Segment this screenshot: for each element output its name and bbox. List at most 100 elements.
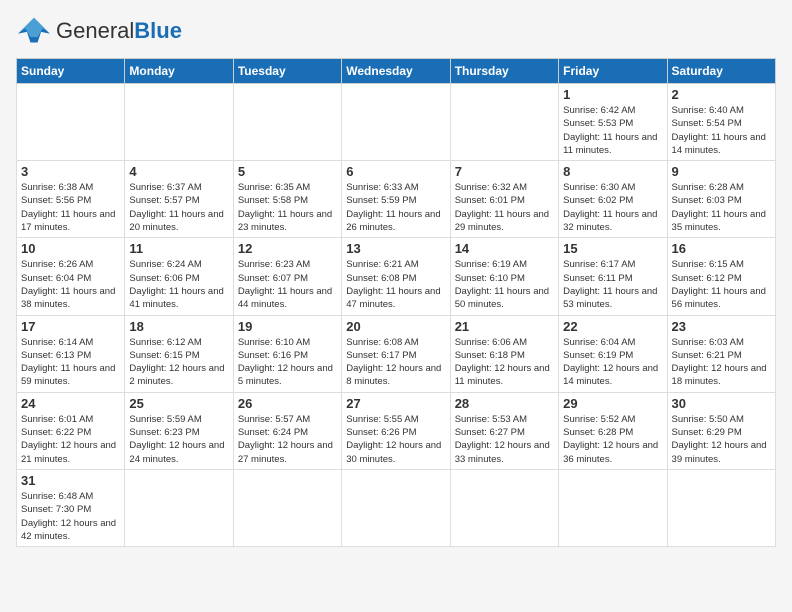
day-info: Sunrise: 6:14 AM Sunset: 6:13 PM Dayligh… [21, 336, 120, 389]
calendar-day-cell: 15 Sunrise: 6:17 AM Sunset: 6:11 PM Dayli… [559, 238, 667, 315]
calendar-day-cell: 12Sunrise: 6:23 AM Sunset: 6:07 PM Dayli… [233, 238, 341, 315]
day-info: Sunrise: 6:37 AM Sunset: 5:57 PM Dayligh… [129, 181, 228, 234]
calendar-week-row: 1Sunrise: 6:42 AM Sunset: 5:53 PM Daylig… [17, 84, 776, 161]
day-info: Sunrise: 6:42 AM Sunset: 5:53 PM Dayligh… [563, 104, 662, 157]
calendar-day-cell: 18 Sunrise: 6:12 AM Sunset: 6:15 PM Dayli… [125, 315, 233, 392]
day-info: Sunrise: 6:38 AM Sunset: 5:56 PM Dayligh… [21, 181, 120, 234]
day-info: Sunrise: 5:59 AM Sunset: 6:23 PM Dayligh… [129, 413, 228, 466]
calendar-day-cell: 19Sunrise: 6:10 AM Sunset: 6:16 PM Dayli… [233, 315, 341, 392]
day-number: 16 [672, 241, 771, 256]
calendar-day-cell: 21 Sunrise: 6:06 AM Sunset: 6:18 PM Dayli… [450, 315, 558, 392]
calendar-day-cell: 11Sunrise: 6:24 AM Sunset: 6:06 PM Dayli… [125, 238, 233, 315]
calendar-day-cell: 14Sunrise: 6:19 AM Sunset: 6:10 PM Dayli… [450, 238, 558, 315]
calendar-day-cell: 6 Sunrise: 6:33 AM Sunset: 5:59 PM Daylig… [342, 161, 450, 238]
calendar-week-row: 17Sunrise: 6:14 AM Sunset: 6:13 PM Dayli… [17, 315, 776, 392]
calendar-day-cell: 31 Sunrise: 6:48 AM Sunset: 7:30 PM Dayli… [17, 469, 125, 546]
calendar-day-cell: 2 Sunrise: 6:40 AM Sunset: 5:54 PM Daylig… [667, 84, 775, 161]
logo: GeneralBlue [16, 16, 182, 46]
calendar-week-row: 10 Sunrise: 6:26 AM Sunset: 6:04 PM Dayli… [17, 238, 776, 315]
calendar-day-cell [233, 469, 341, 546]
calendar-day-cell: 7Sunrise: 6:32 AM Sunset: 6:01 PM Daylig… [450, 161, 558, 238]
day-info: Sunrise: 6:30 AM Sunset: 6:02 PM Dayligh… [563, 181, 662, 234]
day-number: 31 [21, 473, 120, 488]
day-info: Sunrise: 6:10 AM Sunset: 6:16 PM Dayligh… [238, 336, 337, 389]
day-info: Sunrise: 6:15 AM Sunset: 6:12 PM Dayligh… [672, 258, 771, 311]
calendar-day-cell: 20Sunrise: 6:08 AM Sunset: 6:17 PM Dayli… [342, 315, 450, 392]
page-header: GeneralBlue [16, 16, 776, 46]
weekday-header-saturday: Saturday [667, 59, 775, 84]
day-info: Sunrise: 6:24 AM Sunset: 6:06 PM Dayligh… [129, 258, 228, 311]
day-info: Sunrise: 6:17 AM Sunset: 6:11 PM Dayligh… [563, 258, 662, 311]
day-number: 2 [672, 87, 771, 102]
day-info: Sunrise: 6:28 AM Sunset: 6:03 PM Dayligh… [672, 181, 771, 234]
day-number: 13 [346, 241, 445, 256]
day-info: Sunrise: 6:12 AM Sunset: 6:15 PM Dayligh… [129, 336, 228, 389]
day-info: Sunrise: 5:55 AM Sunset: 6:26 PM Dayligh… [346, 413, 445, 466]
day-info: Sunrise: 6:48 AM Sunset: 7:30 PM Dayligh… [21, 490, 120, 543]
calendar-day-cell: 22 Sunrise: 6:04 AM Sunset: 6:19 PM Dayli… [559, 315, 667, 392]
day-number: 25 [129, 396, 228, 411]
calendar-day-cell: 25 Sunrise: 5:59 AM Sunset: 6:23 PM Dayli… [125, 392, 233, 469]
calendar-day-cell [233, 84, 341, 161]
day-number: 15 [563, 241, 662, 256]
calendar-day-cell [450, 84, 558, 161]
day-number: 21 [455, 319, 554, 334]
day-number: 24 [21, 396, 120, 411]
calendar-day-cell: 16 Sunrise: 6:15 AM Sunset: 6:12 PM Dayli… [667, 238, 775, 315]
calendar-day-cell: 29Sunrise: 5:52 AM Sunset: 6:28 PM Dayli… [559, 392, 667, 469]
day-info: Sunrise: 6:35 AM Sunset: 5:58 PM Dayligh… [238, 181, 337, 234]
day-info: Sunrise: 5:53 AM Sunset: 6:27 PM Dayligh… [455, 413, 554, 466]
day-info: Sunrise: 6:19 AM Sunset: 6:10 PM Dayligh… [455, 258, 554, 311]
day-number: 8 [563, 164, 662, 179]
calendar-day-cell: 1Sunrise: 6:42 AM Sunset: 5:53 PM Daylig… [559, 84, 667, 161]
calendar-day-cell: 4 Sunrise: 6:37 AM Sunset: 5:57 PM Daylig… [125, 161, 233, 238]
day-info: Sunrise: 5:50 AM Sunset: 6:29 PM Dayligh… [672, 413, 771, 466]
day-info: Sunrise: 6:01 AM Sunset: 6:22 PM Dayligh… [21, 413, 120, 466]
calendar-day-cell: 24 Sunrise: 6:01 AM Sunset: 6:22 PM Dayli… [17, 392, 125, 469]
calendar-day-cell: 23 Sunrise: 6:03 AM Sunset: 6:21 PM Dayli… [667, 315, 775, 392]
calendar-week-row: 31 Sunrise: 6:48 AM Sunset: 7:30 PM Dayli… [17, 469, 776, 546]
day-number: 23 [672, 319, 771, 334]
day-number: 30 [672, 396, 771, 411]
day-number: 18 [129, 319, 228, 334]
calendar-day-cell: 27Sunrise: 5:55 AM Sunset: 6:26 PM Dayli… [342, 392, 450, 469]
weekday-header-sunday: Sunday [17, 59, 125, 84]
calendar-day-cell: 9 Sunrise: 6:28 AM Sunset: 6:03 PM Daylig… [667, 161, 775, 238]
calendar-day-cell [450, 469, 558, 546]
day-info: Sunrise: 6:40 AM Sunset: 5:54 PM Dayligh… [672, 104, 771, 157]
day-info: Sunrise: 5:52 AM Sunset: 6:28 PM Dayligh… [563, 413, 662, 466]
day-number: 6 [346, 164, 445, 179]
day-info: Sunrise: 6:33 AM Sunset: 5:59 PM Dayligh… [346, 181, 445, 234]
day-number: 10 [21, 241, 120, 256]
calendar-day-cell [125, 469, 233, 546]
calendar-day-cell: 3 Sunrise: 6:38 AM Sunset: 5:56 PM Daylig… [17, 161, 125, 238]
logo-text: GeneralBlue [56, 20, 182, 43]
calendar-week-row: 3 Sunrise: 6:38 AM Sunset: 5:56 PM Daylig… [17, 161, 776, 238]
calendar-table: SundayMondayTuesdayWednesdayThursdayFrid… [16, 58, 776, 547]
calendar-day-cell [667, 469, 775, 546]
day-info: Sunrise: 6:06 AM Sunset: 6:18 PM Dayligh… [455, 336, 554, 389]
calendar-header-row: SundayMondayTuesdayWednesdayThursdayFrid… [17, 59, 776, 84]
day-info: Sunrise: 6:26 AM Sunset: 6:04 PM Dayligh… [21, 258, 120, 311]
weekday-header-thursday: Thursday [450, 59, 558, 84]
calendar-day-cell: 17Sunrise: 6:14 AM Sunset: 6:13 PM Dayli… [17, 315, 125, 392]
day-number: 22 [563, 319, 662, 334]
day-number: 26 [238, 396, 337, 411]
day-number: 9 [672, 164, 771, 179]
day-info: Sunrise: 5:57 AM Sunset: 6:24 PM Dayligh… [238, 413, 337, 466]
calendar-day-cell [125, 84, 233, 161]
day-number: 3 [21, 164, 120, 179]
day-info: Sunrise: 6:21 AM Sunset: 6:08 PM Dayligh… [346, 258, 445, 311]
day-info: Sunrise: 6:08 AM Sunset: 6:17 PM Dayligh… [346, 336, 445, 389]
calendar-day-cell: 28 Sunrise: 5:53 AM Sunset: 6:27 PM Dayli… [450, 392, 558, 469]
weekday-header-friday: Friday [559, 59, 667, 84]
day-number: 12 [238, 241, 337, 256]
calendar-day-cell: 5Sunrise: 6:35 AM Sunset: 5:58 PM Daylig… [233, 161, 341, 238]
calendar-day-cell: 8 Sunrise: 6:30 AM Sunset: 6:02 PM Daylig… [559, 161, 667, 238]
day-number: 28 [455, 396, 554, 411]
day-number: 4 [129, 164, 228, 179]
day-info: Sunrise: 6:04 AM Sunset: 6:19 PM Dayligh… [563, 336, 662, 389]
weekday-header-tuesday: Tuesday [233, 59, 341, 84]
day-info: Sunrise: 6:03 AM Sunset: 6:21 PM Dayligh… [672, 336, 771, 389]
logo-icon [16, 16, 52, 46]
